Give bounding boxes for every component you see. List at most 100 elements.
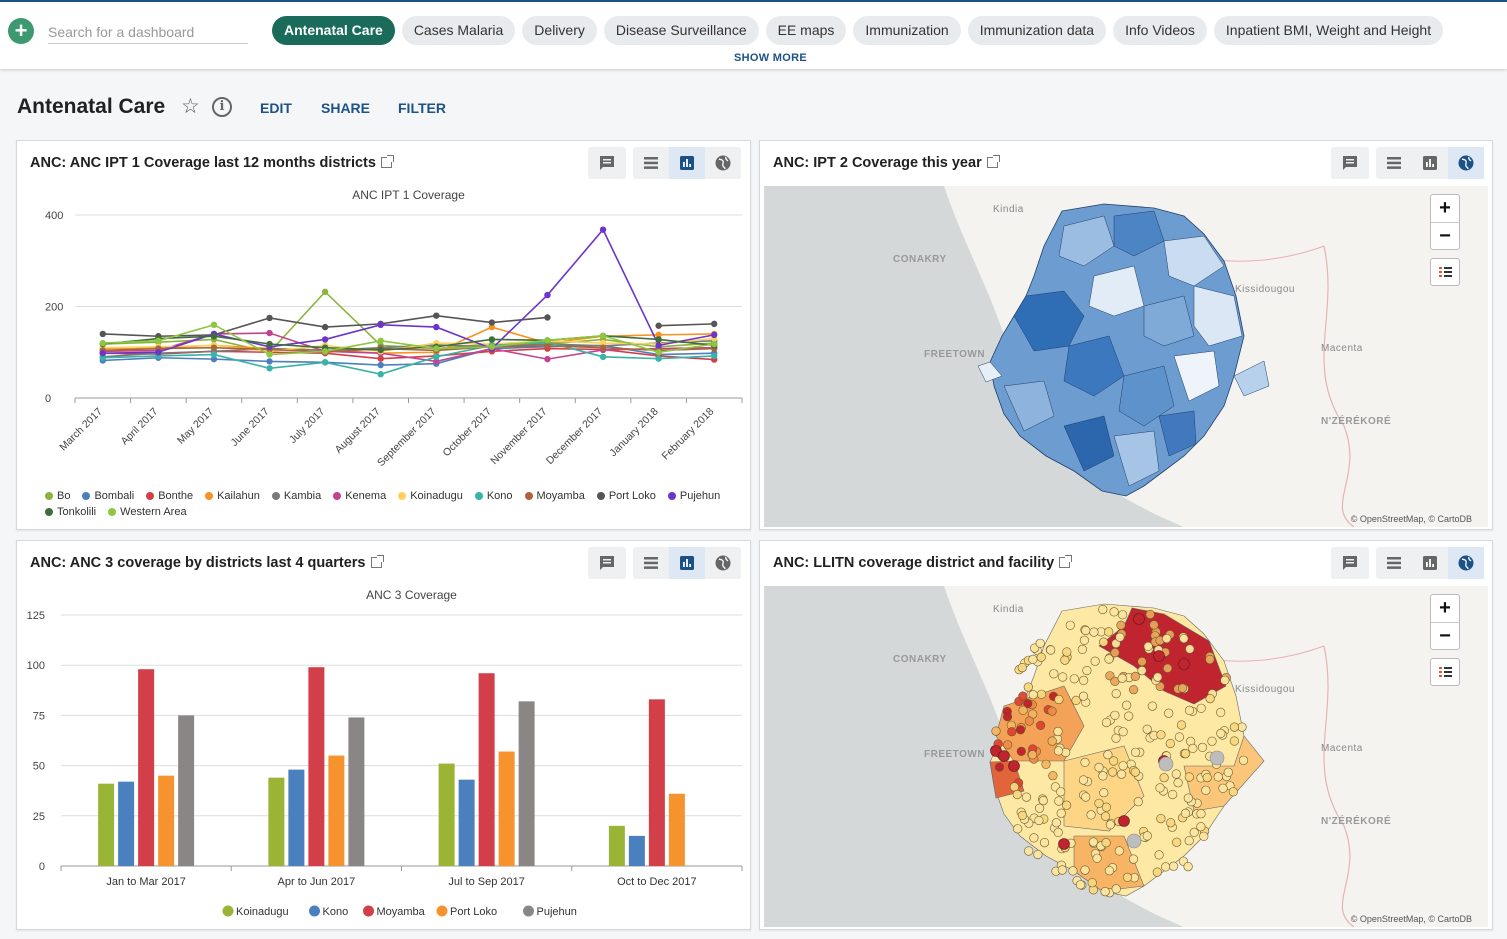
bar [498,751,515,866]
view-map-button[interactable] [705,147,741,179]
legend-item[interactable]: Pujehun [667,490,720,502]
chip-cases-malaria[interactable]: Cases Malaria [401,16,516,45]
view-table-button[interactable] [1376,147,1412,179]
edit-button[interactable]: EDIT [260,100,292,116]
map-ipt2[interactable]: Kindia CONAKRY Kissidougou FREETOWN Mace… [764,186,1488,527]
facility-point [1024,846,1034,856]
chip-immunization[interactable]: Immunization [853,16,961,45]
interpretations-button[interactable] [588,547,626,579]
facility-point [1109,607,1119,617]
data-point [433,353,440,361]
info-icon[interactable]: i [212,97,232,117]
facility-point [1130,671,1140,681]
facility-point [1092,853,1102,863]
zoom-out-button[interactable]: − [1431,622,1459,649]
chip-ee-maps[interactable]: EE maps [765,16,847,45]
legend-item[interactable]: Port Loko [436,905,498,919]
data-point [433,345,440,352]
facility-point [1056,808,1066,818]
data-point [377,355,384,362]
facility-point [1068,866,1078,876]
facility-point [1027,750,1038,760]
facility-point [1099,637,1109,647]
legend-item[interactable]: Koinadugu [398,490,463,502]
legend-item[interactable]: Koinadugu [222,905,289,919]
legend-item[interactable]: Moyamba [363,905,426,919]
legend-item[interactable]: Bonthe [146,490,193,502]
facility-point [1177,683,1188,693]
external-link-icon[interactable] [986,155,1000,168]
view-table-button[interactable] [1376,547,1412,579]
view-chart-button[interactable] [669,547,705,579]
view-map-button[interactable] [705,547,741,579]
external-link-icon[interactable] [380,155,394,168]
facility-point [1078,775,1089,785]
view-chart-button[interactable] [1412,547,1448,579]
interpretations-button[interactable] [1331,147,1369,179]
legend-item[interactable]: Bombali [82,490,134,502]
y-tick-label: 400 [45,210,63,222]
chip-immunization-data[interactable]: Immunization data [967,16,1107,45]
interpretations-button[interactable] [588,147,626,179]
facility-point [1180,808,1191,818]
filter-button[interactable]: FILTER [398,100,446,116]
zoom-in-button[interactable]: + [1431,595,1459,622]
legend-label: Kailahun [217,490,260,502]
map-label-kissidougou: Kissidougou [1235,684,1295,695]
legend-item[interactable]: Kenema [333,490,386,502]
legend-item[interactable]: Western Area [108,506,187,518]
data-point [711,352,718,360]
globe-icon [713,153,733,173]
legend-item[interactable]: Pujehun [523,905,577,919]
map-legend-button[interactable] [1430,258,1460,286]
chart-title: ANC IPT 1 Coverage [352,188,465,202]
add-dashboard-button[interactable]: + [8,18,34,44]
chip-info-videos[interactable]: Info Videos [1113,16,1207,45]
map-legend-button[interactable] [1430,658,1460,686]
star-icon[interactable]: ☆ [181,96,203,118]
view-map-button[interactable] [1448,147,1484,179]
legend-item[interactable]: Moyamba [524,490,585,502]
view-chart-button[interactable] [1412,147,1448,179]
bar-chart: ANC 3 Coverage 0 25 50 75 100 125 Jan to Mar 20… [27,588,743,919]
facility-point [1216,728,1226,738]
data-point [321,288,329,296]
legend-item[interactable]: Bo [45,490,70,502]
view-chart-button[interactable] [669,147,705,179]
legend-item[interactable]: Port Loko [596,490,656,502]
data-point [377,371,384,378]
dashboard-search-input[interactable] [48,20,248,44]
external-link-icon[interactable] [370,555,384,568]
chip-delivery[interactable]: Delivery [522,16,597,45]
data-point [266,358,273,365]
view-table-button[interactable] [633,147,669,179]
facility-point [1048,771,1058,781]
legend-item[interactable]: Kono [309,905,348,919]
facility-point [1117,673,1127,683]
legend-item[interactable]: Kambia [271,490,321,502]
show-more-button[interactable]: SHOW MORE [734,52,807,64]
facility-point [1209,750,1225,766]
legend-item[interactable]: Kailahun [205,490,260,502]
panel-title: ANC: ANC 3 coverage by districts last 4 … [30,555,366,571]
legend-item[interactable]: Tonkolili [45,506,96,518]
share-button[interactable]: SHARE [321,100,370,116]
external-link-icon[interactable] [1059,555,1073,568]
interpretations-button[interactable] [1331,547,1369,579]
bar [158,775,175,866]
zoom-out-button[interactable]: − [1431,222,1459,249]
data-point [488,319,496,326]
legend-item[interactable]: Kono [474,490,513,502]
view-map-button[interactable] [1448,547,1484,579]
panel-ipt2-map: ANC: IPT 2 Coverage this year Kindia CON… [759,140,1493,530]
chart-icon [1420,553,1440,573]
zoom-in-button[interactable]: + [1431,195,1459,222]
map-llitn[interactable]: Kindia CONAKRY Kissidougou FREETOWN Mace… [764,586,1488,927]
chip-inpatient-bmi[interactable]: Inpatient BMI, Weight and Height [1213,16,1444,45]
view-table-button[interactable] [633,547,669,579]
data-point [377,346,384,354]
data-point [377,321,384,328]
chip-disease-surveillance[interactable]: Disease Surveillance [603,16,759,45]
chip-antenatal-care[interactable]: Antenatal Care [272,16,395,45]
facility-point [1154,850,1164,860]
